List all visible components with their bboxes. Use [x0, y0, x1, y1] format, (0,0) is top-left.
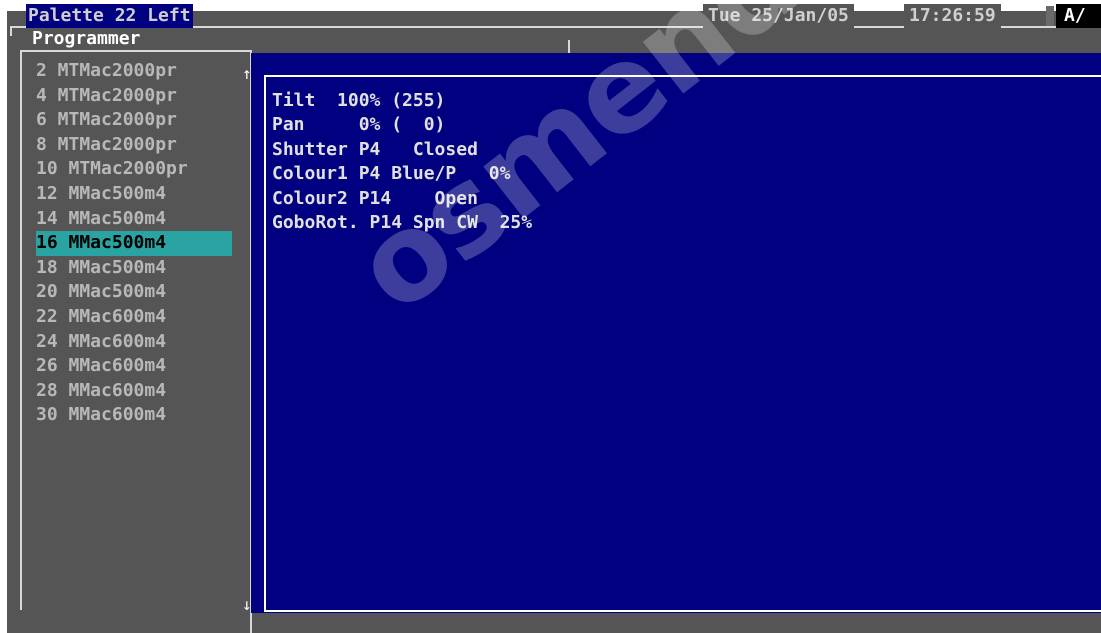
status-indicator [1046, 6, 1054, 26]
fixture-item[interactable]: 22 MMac600m4 [36, 305, 232, 330]
programmer-frame-top [20, 50, 252, 52]
fixture-item[interactable]: 16 MMac500m4 [36, 231, 232, 256]
status-letter: A/ [1056, 4, 1101, 28]
fixture-item[interactable]: 10 MTMac2000pr [36, 157, 232, 182]
time-display: 17:26:59 [904, 4, 1001, 28]
programmer-label: Programmer [30, 28, 143, 50]
fixture-item[interactable]: 30 MMac600m4 [36, 403, 232, 428]
fixture-item[interactable]: 28 MMac600m4 [36, 379, 232, 404]
attribute-line: Pan 0% ( 0) [272, 114, 446, 136]
attribute-list: Tilt 100% (255) Pan 0% ( 0) Shutter P4 Clo… [272, 89, 532, 235]
fixture-item[interactable]: 8 MTMac2000pr [36, 133, 232, 158]
programmer-frame-left [20, 50, 22, 610]
fixture-item[interactable]: 14 MMac500m4 [36, 207, 232, 232]
fixture-item[interactable]: 18 MMac500m4 [36, 256, 232, 281]
attribute-line: Colour2 P14 Open [272, 187, 478, 209]
attribute-line: Shutter P4 Closed [272, 138, 478, 160]
fixture-item[interactable]: 2 MTMac2000pr [36, 59, 232, 84]
window-title: Palette 22 Left [26, 4, 193, 28]
fixture-item[interactable]: 26 MMac600m4 [36, 354, 232, 379]
fixture-item[interactable]: 6 MTMac2000pr [36, 108, 232, 133]
fixture-item[interactable]: 12 MMac500m4 [36, 182, 232, 207]
fixture-item[interactable]: 4 MTMac2000pr [36, 84, 232, 109]
date-display: Tue 25/Jan/05 [703, 4, 854, 28]
attribute-line: Tilt 100% (255) [272, 90, 446, 111]
fixture-item[interactable]: 20 MMac500m4 [36, 280, 232, 305]
fixture-list: 2 MTMac2000pr 4 MTMac2000pr 6 MTMac2000pr 8… [36, 59, 232, 428]
top-left-corner [10, 26, 12, 36]
fixture-item[interactable]: 24 MMac600m4 [36, 330, 232, 355]
attribute-line: Colour1 P4 Blue/P 0% [272, 163, 511, 185]
attribute-line: GoboRot. P14 Spn CW 25% [272, 211, 533, 233]
